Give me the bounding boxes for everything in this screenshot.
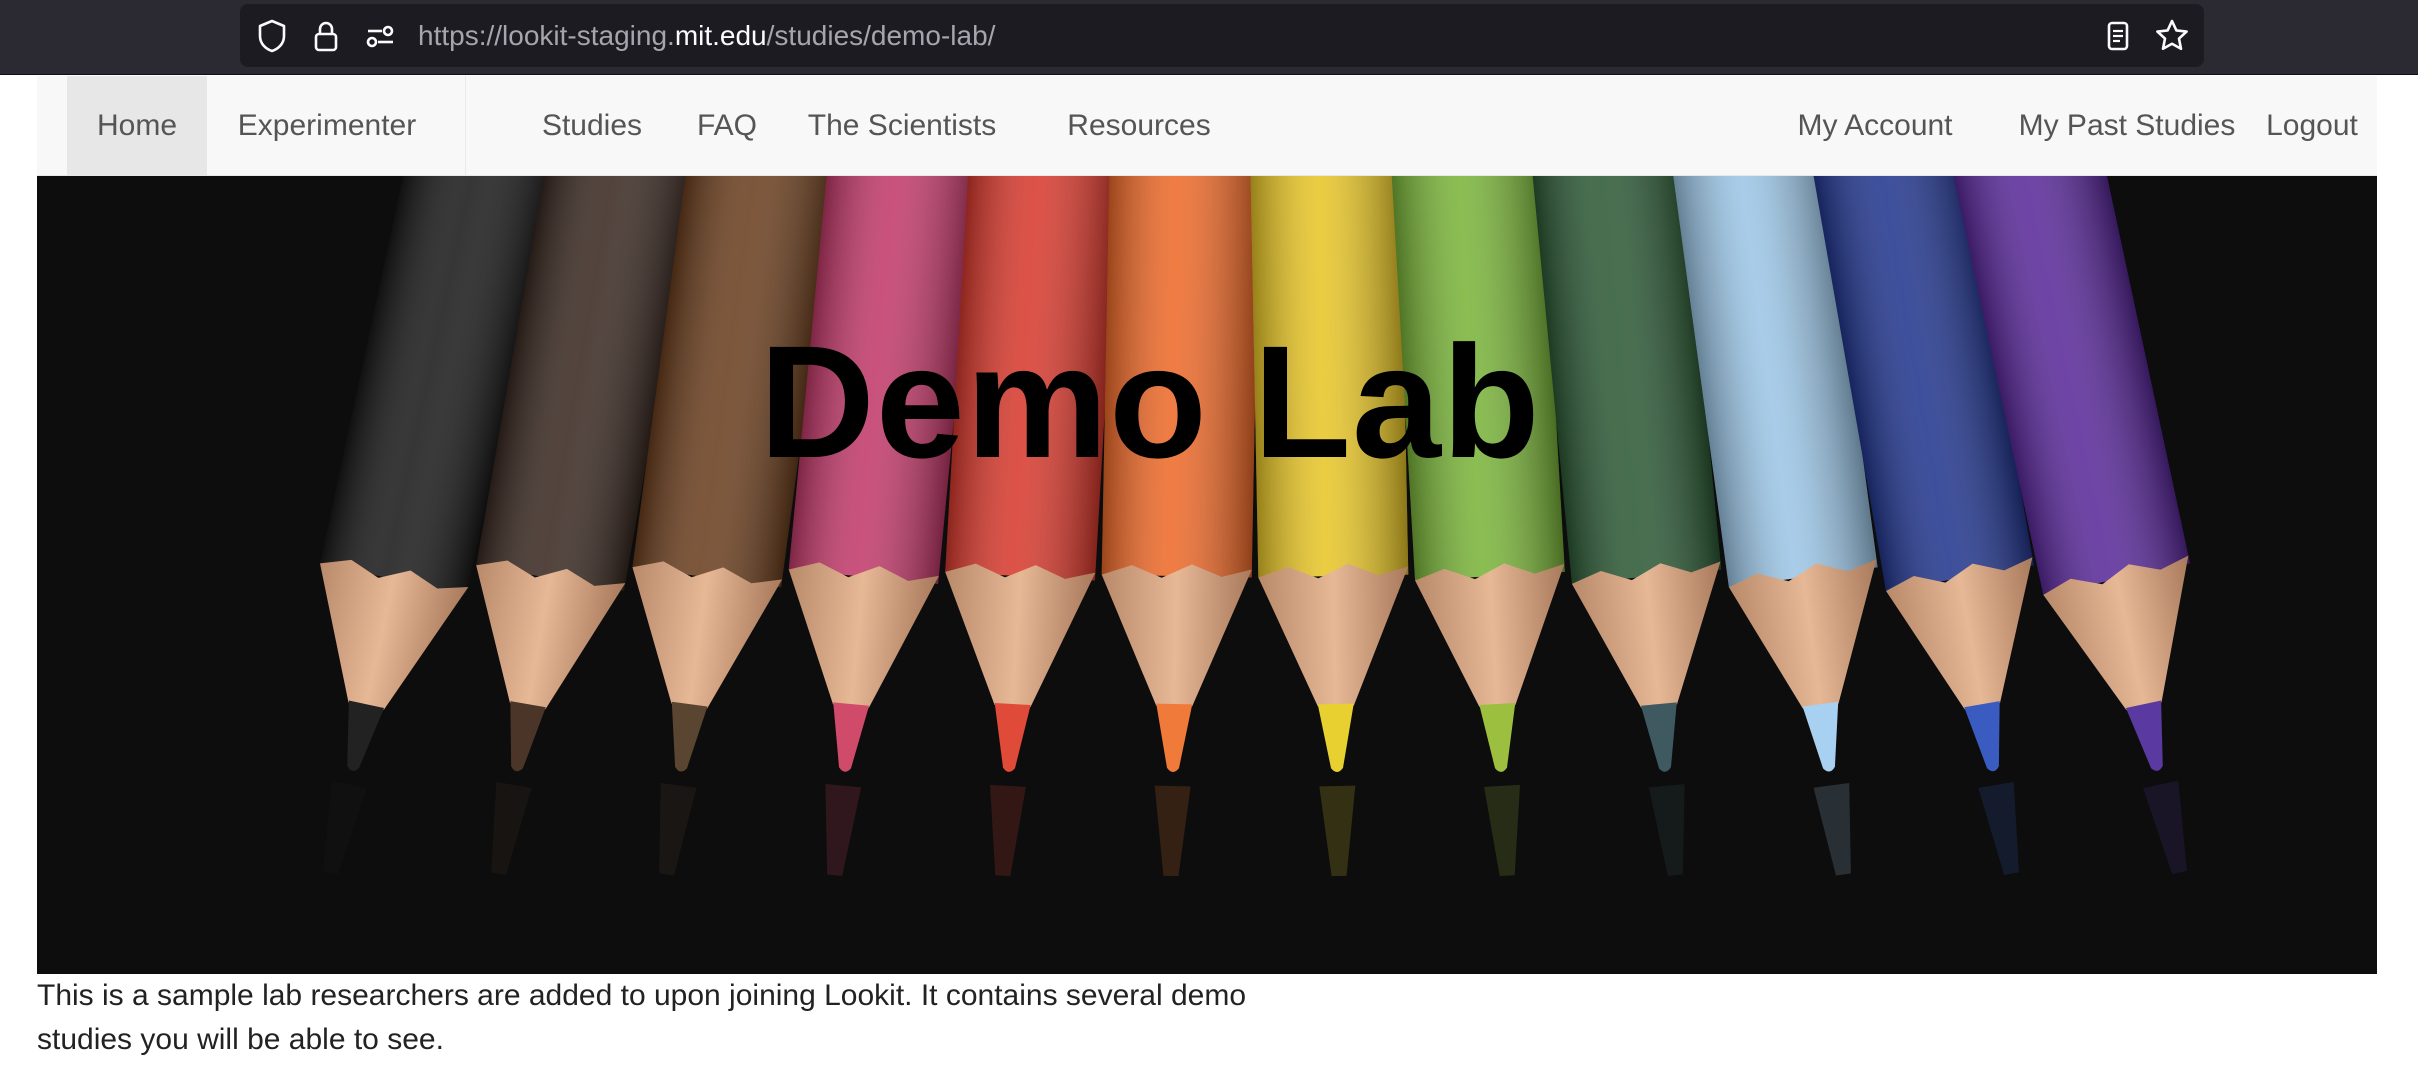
nav-experimenter[interactable]: Experimenter bbox=[207, 76, 447, 176]
lab-title: Demo Lab bbox=[759, 312, 1541, 491]
nav-my-past-studies[interactable]: My Past Studies bbox=[1977, 76, 2277, 176]
colored-pencils-image bbox=[320, 176, 2190, 877]
nav-logout[interactable]: Logout bbox=[2247, 76, 2377, 176]
nav-divider bbox=[465, 76, 466, 176]
site-navbar: Home Experimenter Studies FAQ The Scient… bbox=[37, 76, 2377, 176]
nav-resources[interactable]: Resources bbox=[1029, 76, 1249, 176]
lock-icon[interactable] bbox=[306, 16, 346, 56]
url-text[interactable]: https://lookit-staging.mit.edu/studies/d… bbox=[418, 18, 995, 54]
pencil bbox=[1249, 176, 1409, 877]
lab-description: This is a sample lab researchers are add… bbox=[37, 979, 1247, 1056]
permissions-icon[interactable] bbox=[360, 16, 400, 56]
nav-faq[interactable]: FAQ bbox=[667, 76, 787, 176]
pencil bbox=[1101, 176, 1261, 877]
hero-banner: Demo Lab bbox=[37, 176, 2377, 974]
nav-the-scientists[interactable]: The Scientists bbox=[779, 76, 1025, 176]
reader-view-icon[interactable] bbox=[2098, 16, 2138, 56]
bookmark-star-icon[interactable] bbox=[2152, 16, 2192, 56]
nav-my-account[interactable]: My Account bbox=[1760, 76, 1990, 176]
nav-home[interactable]: Home bbox=[67, 76, 207, 176]
nav-studies[interactable]: Studies bbox=[497, 76, 687, 176]
address-bar[interactable]: https://lookit-staging.mit.edu/studies/d… bbox=[240, 4, 2204, 67]
shield-icon[interactable] bbox=[252, 16, 292, 56]
browser-toolbar: https://lookit-staging.mit.edu/studies/d… bbox=[0, 0, 2418, 75]
